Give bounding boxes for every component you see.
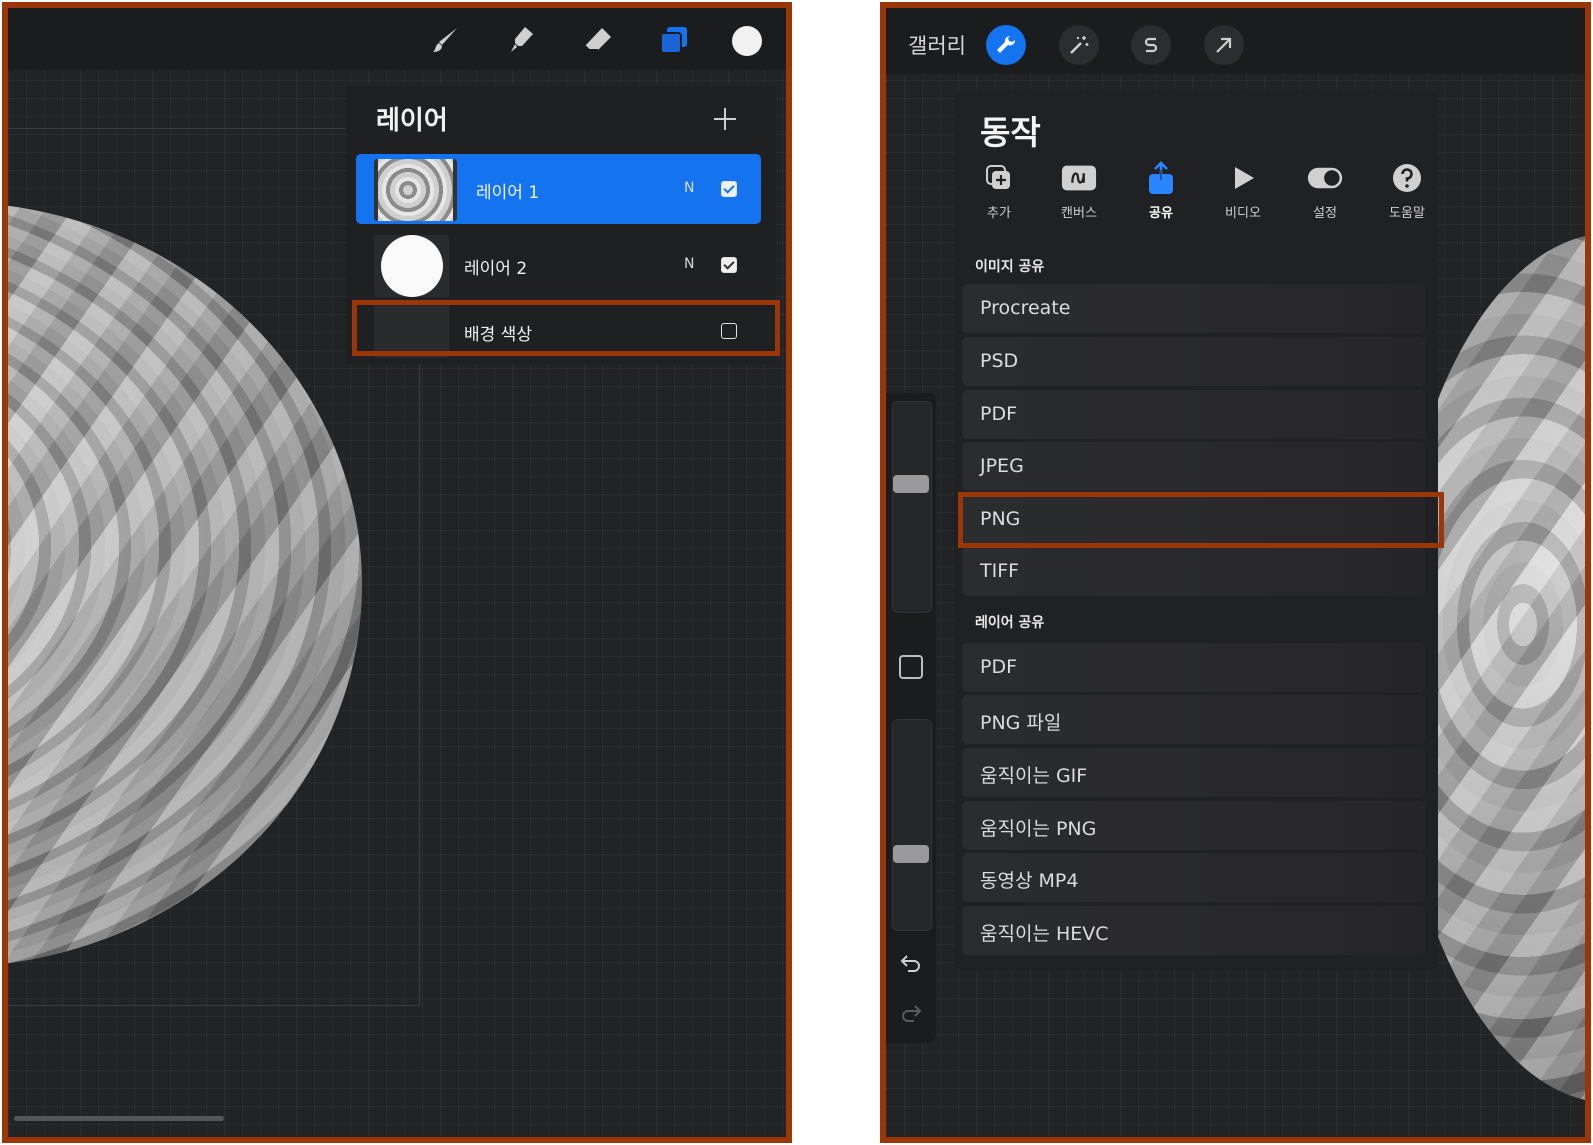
tab-settings[interactable]: 설정 (1290, 160, 1360, 221)
item-label: 동영상 MP4 (980, 870, 1079, 892)
add-icon (981, 160, 1017, 196)
s-curve-icon[interactable] (1131, 25, 1171, 65)
share-procreate[interactable]: Procreate (962, 284, 1425, 333)
gallery-button[interactable]: 갤러리 (908, 30, 966, 60)
canvas-icon (1061, 160, 1097, 196)
layer-share-pdf[interactable]: PDF (962, 643, 1425, 692)
toolbar (8, 8, 786, 70)
layer-share-png-files[interactable]: PNG 파일 (962, 695, 1425, 744)
brush-icon[interactable] (428, 22, 464, 58)
item-label: TIFF (980, 560, 1020, 582)
brush-size-handle[interactable] (893, 475, 929, 493)
actions-tabs: 추가 캔버스 공유 비디오 설정 도움말 (964, 160, 1434, 230)
share-psd[interactable]: PSD (962, 337, 1425, 386)
visibility-checkbox[interactable] (721, 181, 737, 197)
brush-size-slider[interactable] (892, 401, 932, 613)
help-icon (1389, 160, 1425, 196)
smudge-icon[interactable] (503, 22, 539, 58)
share-pdf[interactable]: PDF (962, 390, 1425, 439)
item-label: 움직이는 PNG (980, 818, 1097, 840)
item-label: 움직이는 GIF (980, 765, 1088, 787)
share-jpeg[interactable]: JPEG (962, 442, 1425, 491)
highlight-box (958, 492, 1444, 548)
side-slider-bar (886, 393, 936, 1043)
layer-share-animated-png[interactable]: 움직이는 PNG (962, 801, 1425, 850)
wrench-icon[interactable] (986, 25, 1026, 65)
item-label: JPEG (980, 455, 1024, 477)
layers-screenshot: 레이어 레이어 1 N 레이어 2 N 배경 색상 (2, 2, 792, 1143)
item-label: PSD (980, 350, 1019, 372)
layer-name: 레이어 1 (476, 183, 540, 203)
blend-mode[interactable]: N (684, 180, 694, 196)
layer-thumbnail (374, 235, 449, 297)
plus-icon[interactable] (712, 106, 738, 132)
layer-thumbnail (374, 159, 457, 221)
arrow-icon[interactable] (1204, 25, 1244, 65)
eraser-icon[interactable] (580, 22, 616, 58)
actions-screenshot: 갤러리 동작 추가 캔버스 공유 비디오 설정 도움말 이미지 공유 Procr… (880, 2, 1591, 1143)
item-label: PDF (980, 403, 1018, 425)
tab-label: 공유 (1149, 206, 1173, 221)
layers-icon[interactable] (656, 22, 692, 58)
layers-title: 레이어 (376, 106, 448, 136)
tab-label: 캔버스 (1061, 206, 1097, 221)
tab-share[interactable]: 공유 (1126, 160, 1196, 221)
tab-video[interactable]: 비디오 (1208, 160, 1278, 221)
tab-add[interactable]: 추가 (964, 160, 1034, 221)
item-label: Procreate (980, 297, 1071, 319)
item-label: PNG 파일 (980, 712, 1062, 734)
undo-icon[interactable] (899, 951, 923, 975)
home-indicator (14, 1116, 224, 1121)
layer-share-hevc[interactable]: 움직이는 HEVC (962, 906, 1425, 955)
layer-name: 레이어 2 (464, 259, 528, 279)
magic-wand-icon[interactable] (1059, 25, 1099, 65)
tab-canvas[interactable]: 캔버스 (1044, 160, 1114, 221)
tab-label: 비디오 (1225, 206, 1261, 221)
layer-row-2[interactable]: 레이어 2 N (356, 230, 761, 300)
highlight-box (352, 300, 780, 356)
tab-label: 추가 (987, 206, 1011, 221)
share-tiff[interactable]: TIFF (962, 547, 1425, 596)
tab-label: 설정 (1313, 206, 1337, 221)
item-label: PDF (980, 656, 1018, 678)
opacity-handle[interactable] (893, 845, 929, 863)
tab-help[interactable]: 도움말 (1372, 160, 1442, 221)
layer-row-1[interactable]: 레이어 1 N (356, 154, 761, 224)
actions-title: 동작 (980, 113, 1041, 152)
blend-mode[interactable]: N (684, 256, 694, 272)
share-icon (1143, 160, 1179, 196)
layer-share-heading: 레이어 공유 (975, 615, 1045, 631)
tab-label: 도움말 (1389, 206, 1425, 221)
opacity-slider[interactable] (892, 719, 932, 931)
layer-share-mp4[interactable]: 동영상 MP4 (962, 853, 1425, 902)
color-swatch[interactable] (732, 26, 762, 56)
play-icon (1225, 160, 1261, 196)
item-label: 움직이는 HEVC (980, 923, 1109, 945)
image-share-heading: 이미지 공유 (975, 259, 1045, 275)
redo-icon[interactable] (899, 1001, 923, 1025)
top-bar: 갤러리 (886, 8, 1585, 74)
visibility-checkbox[interactable] (721, 257, 737, 273)
layer-share-animated-gif[interactable]: 움직이는 GIF (962, 748, 1425, 797)
toggle-icon (1307, 160, 1343, 196)
modify-button[interactable] (899, 655, 923, 679)
